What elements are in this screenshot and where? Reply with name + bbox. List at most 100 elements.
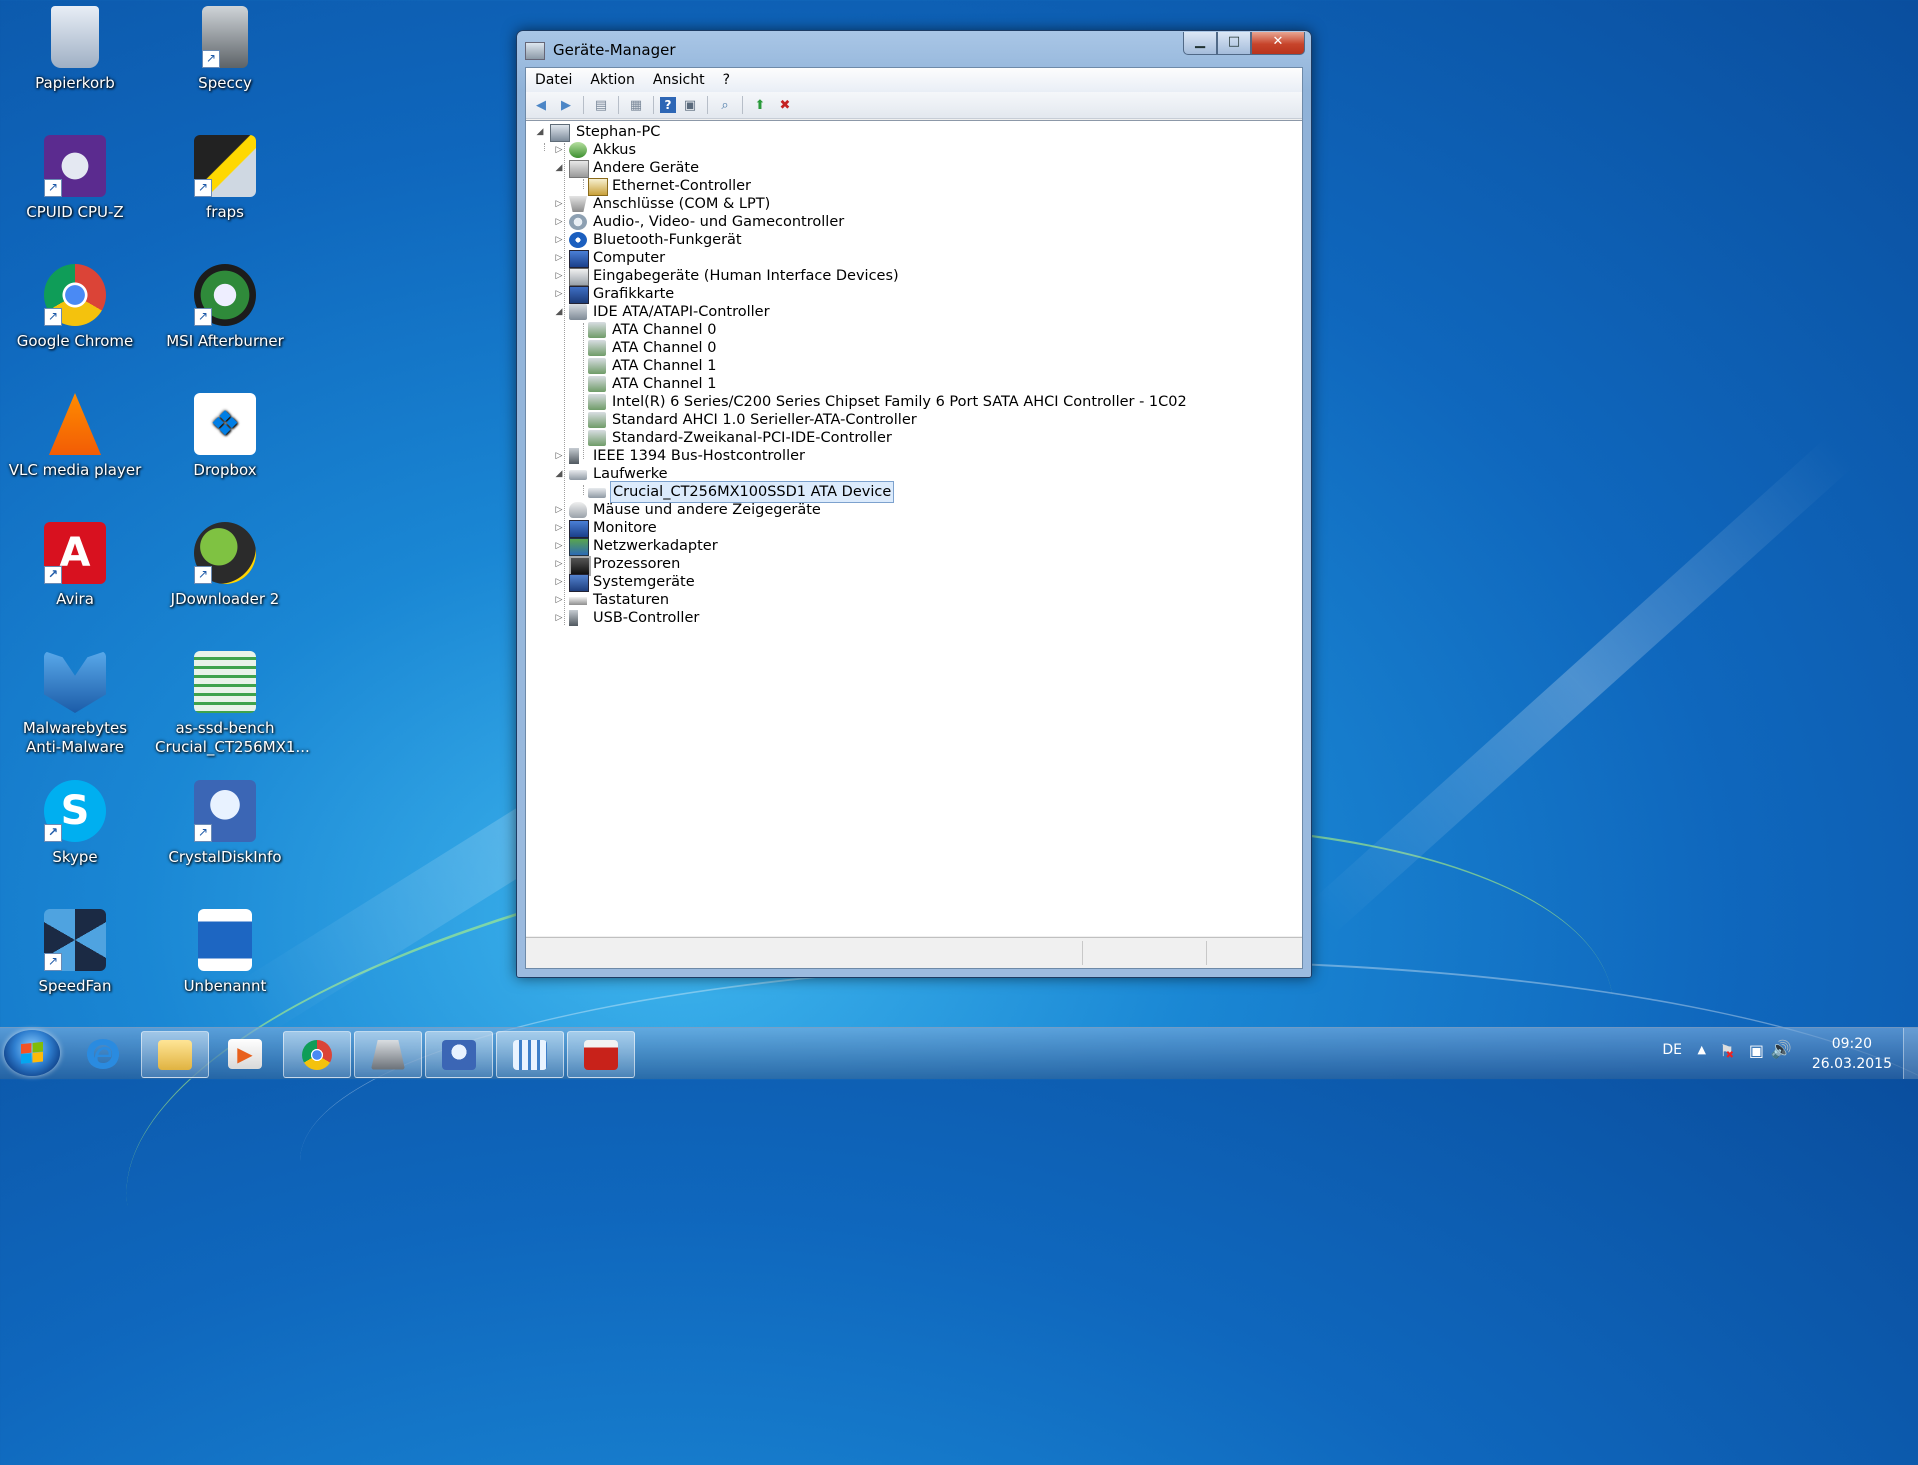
ide-channel-icon <box>588 376 606 392</box>
desktop-icon-label: MSI Afterburner <box>166 332 284 350</box>
close-button[interactable]: ✕ <box>1251 32 1305 55</box>
language-indicator[interactable]: DE <box>1662 1042 1682 1058</box>
menu-help[interactable]: ? <box>714 72 739 88</box>
show-hide-console-tree-icon[interactable]: ▤ <box>590 95 612 115</box>
battery-icon <box>569 142 587 158</box>
desktop-icon-papierkorb[interactable]: Papierkorb <box>5 0 145 93</box>
expand-icon[interactable]: ▷ <box>554 271 564 281</box>
properties-icon[interactable]: ▦ <box>625 95 647 115</box>
document-icon <box>198 909 252 971</box>
forward-icon[interactable]: ▶ <box>555 95 577 115</box>
desktop-icon-jdownloader[interactable]: ↗ JDownloader 2 <box>155 516 295 609</box>
taskbar-media-player[interactable]: ▶ <box>212 1031 278 1076</box>
desktop-icon-speccy[interactable]: ↗ Speccy <box>155 0 295 93</box>
other-devices-icon <box>569 160 589 178</box>
start-button[interactable] <box>4 1030 60 1076</box>
desktop-icon-label: VLC media player <box>8 461 142 479</box>
desktop-icon-crystaldiskinfo[interactable]: ↗ CrystalDiskInfo <box>155 774 295 867</box>
minimize-button[interactable]: ▁ <box>1183 32 1217 55</box>
desktop-icon-chrome[interactable]: ↗ Google Chrome <box>5 258 145 351</box>
desktop-icon-label: as-ssd-bench Crucial_CT256MX1... <box>155 719 310 756</box>
taskbar-chrome[interactable] <box>283 1031 351 1078</box>
show-desktop-button[interactable] <box>1903 1028 1918 1079</box>
desktop-icon-cpuz[interactable]: ↗ CPUID CPU-Z <box>5 129 145 222</box>
clock-date: 26.03.2015 <box>1811 1056 1892 1072</box>
statusbar-divider <box>1082 941 1083 965</box>
expand-icon[interactable]: ▷ <box>554 199 564 209</box>
taskbar-crystaldiskinfo[interactable] <box>425 1031 493 1078</box>
desktop-icon-dropbox[interactable]: ❖ Dropbox <box>155 387 295 480</box>
view-icon[interactable]: ▣ <box>679 95 701 115</box>
taskbar-as-ssd[interactable] <box>496 1031 564 1078</box>
uninstall-icon[interactable]: ✖ <box>774 95 796 115</box>
expand-icon[interactable]: ▷ <box>554 451 564 461</box>
ide-channel-icon <box>588 430 606 446</box>
help-icon[interactable]: ? <box>660 97 676 113</box>
taskbar-speccy[interactable] <box>354 1031 422 1078</box>
tree-guide <box>583 485 584 495</box>
expand-icon[interactable]: ▷ <box>554 253 564 263</box>
as-ssd-icon <box>513 1039 547 1070</box>
expand-icon[interactable]: ▷ <box>554 235 564 245</box>
tree-item-label: USB-Controller <box>593 610 700 626</box>
volume-icon[interactable]: 🔊 <box>1771 1040 1792 1060</box>
show-hidden-icons-icon[interactable]: ▲ <box>1698 1043 1706 1056</box>
wallpaper-swoosh <box>300 960 1918 1362</box>
desktop-icon-speedfan[interactable]: ↗ SpeedFan <box>5 903 145 996</box>
desktop-icon-unbenannt[interactable]: Unbenannt <box>155 903 295 996</box>
statusbar-divider <box>1206 941 1207 965</box>
expand-icon[interactable]: ▷ <box>554 505 564 515</box>
expand-icon[interactable]: ▷ <box>554 613 564 623</box>
device-tree[interactable]: ◢ Stephan-PC ▷ Akkus ◢ Andere Geräte Etherne… <box>526 120 1302 936</box>
expand-icon[interactable]: ▷ <box>554 541 564 551</box>
menu-aktion[interactable]: Aktion <box>581 72 644 88</box>
tree-guide <box>583 323 584 459</box>
toolbar-separator <box>618 96 619 114</box>
menu-ansicht[interactable]: Ansicht <box>644 72 714 88</box>
menu-datei[interactable]: Datei <box>526 72 581 88</box>
desktop-icon-msi-afterburner[interactable]: ↗ MSI Afterburner <box>155 258 295 351</box>
desktop-icon-vlc[interactable]: VLC media player <box>5 387 145 480</box>
expand-icon[interactable]: ▷ <box>554 289 564 299</box>
expand-icon[interactable]: ▷ <box>554 595 564 605</box>
usb-icon <box>569 610 578 626</box>
desktop-icon-avira[interactable]: A ↗ Avira <box>5 516 145 609</box>
collapse-icon[interactable]: ◢ <box>554 163 564 173</box>
back-icon[interactable]: ◀ <box>530 95 552 115</box>
collapse-icon[interactable]: ◢ <box>535 127 545 137</box>
taskbar-device-manager[interactable] <box>567 1031 635 1078</box>
as-ssd-icon <box>194 651 256 713</box>
desktop-icon-label: JDownloader 2 <box>170 590 280 608</box>
collapse-icon[interactable]: ◢ <box>554 469 564 479</box>
scan-hardware-icon[interactable]: ⌕ <box>714 95 736 115</box>
network-icon[interactable]: ▣ <box>1749 1041 1764 1060</box>
collapse-icon[interactable]: ◢ <box>554 307 564 317</box>
expand-icon[interactable]: ▷ <box>554 145 564 155</box>
monitor-icon <box>569 520 589 538</box>
desktop-icon-as-ssd[interactable]: as-ssd-bench Crucial_CT256MX1... <box>155 645 310 757</box>
desktop-icon-skype[interactable]: S ↗ Skype <box>5 774 145 867</box>
keyboard-icon <box>569 597 587 605</box>
taskbar-explorer[interactable] <box>141 1031 209 1078</box>
update-driver-icon[interactable]: ⬆ <box>749 95 771 115</box>
window-controls: ▁ □ ✕ <box>1183 32 1305 55</box>
taskbar: e ▶ DE ▲ ⚑ ✖ ▣ 🔊 09:20 26.03.2015 <box>0 1027 1918 1079</box>
desktop-icon-malwarebytes[interactable]: Malwarebytes Anti-Malware <box>5 645 145 757</box>
desktop-icon-label: Malwarebytes Anti-Malware <box>22 719 128 756</box>
expand-icon[interactable]: ▷ <box>554 577 564 587</box>
device-manager-window[interactable]: Geräte-Manager ▁ □ ✕ Datei Aktion Ansich… <box>516 30 1312 978</box>
desktop-icon-label: Skype <box>52 848 98 866</box>
vlc-icon <box>48 393 102 455</box>
expand-icon[interactable]: ▷ <box>554 523 564 533</box>
clock[interactable]: 09:20 26.03.2015 <box>1812 1034 1892 1074</box>
toolbar-separator <box>707 96 708 114</box>
skype-icon: S ↗ <box>44 780 106 842</box>
maximize-button[interactable]: □ <box>1217 32 1251 55</box>
expand-icon[interactable]: ▷ <box>554 559 564 569</box>
disk-drive-icon <box>569 470 587 480</box>
desktop-icon-fraps[interactable]: ↗ fraps <box>155 129 295 222</box>
expand-icon[interactable]: ▷ <box>554 217 564 227</box>
taskbar-internet-explorer[interactable]: e <box>70 1031 136 1076</box>
toolbar-separator <box>653 96 654 114</box>
speccy-icon: ↗ <box>202 6 248 68</box>
